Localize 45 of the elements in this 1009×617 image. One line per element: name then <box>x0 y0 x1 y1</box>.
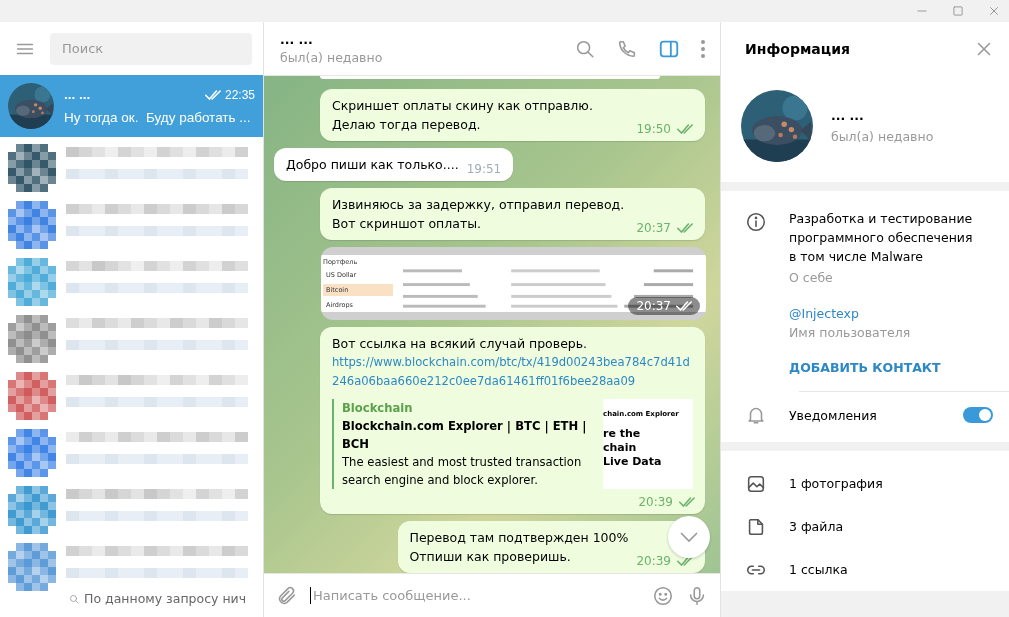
emoji-icon[interactable] <box>652 584 674 607</box>
message-time: 19:50 <box>636 122 671 136</box>
chat-status: был(а) недавно <box>280 50 384 65</box>
preview-site: Blockchain <box>342 400 414 417</box>
info-icon[interactable] <box>745 211 767 233</box>
message-time: 20:37 <box>636 299 671 313</box>
more-icon[interactable] <box>700 38 706 59</box>
message-text: Извиняюсь за задержку, отправил перевод. Вот скриншот оплаты. <box>332 196 626 233</box>
preview-description: The easiest and most trusted transaction search engine and block explorer. <box>342 454 583 489</box>
chat-time: 22:35 <box>224 87 255 102</box>
scroll-down-button[interactable] <box>668 516 710 558</box>
message-time: 20:39 <box>636 554 671 568</box>
bio-text: Разработка и тестирование программного обеспечения в том числе Malware <box>789 210 974 266</box>
search-note: По данному запросу нич <box>84 591 247 606</box>
media-count[interactable]: 1 ссылка <box>789 561 848 577</box>
maximize-icon[interactable] <box>951 4 965 18</box>
message-text: Перевод там подтвержден 100% Отпиши как проверишь. <box>409 529 629 566</box>
username-label: Имя пользователя <box>789 324 912 342</box>
search-field[interactable]: Поиск <box>50 32 252 65</box>
media-count[interactable]: 1 фотография <box>789 475 883 491</box>
close-icon[interactable] <box>987 4 1001 18</box>
message-time: 20:37 <box>636 221 671 235</box>
add-contact-button[interactable]: ДОБАВИТЬ КОНТАКТ <box>789 358 985 377</box>
profile-status: был(а) недавно <box>831 129 934 144</box>
username-link[interactable]: @Injectexp <box>789 304 985 323</box>
message-text: Скриншет оплаты скину как отправлю. Делаю тогда перевод. <box>332 97 594 134</box>
bio-label: О себе <box>789 269 834 287</box>
chat-name: ... ... <box>64 87 92 102</box>
chat-title: ... ... <box>280 32 314 47</box>
image-icon[interactable] <box>745 473 767 495</box>
chat-preview: Ну тогда ок. Буду работать ... <box>64 110 252 125</box>
search-icon[interactable] <box>68 592 80 605</box>
message-text: Добро пиши как только.... <box>286 156 459 174</box>
preview-title: Blockchain.com Explorer | BTC | ETH | BCH <box>342 418 588 453</box>
message-time: 20:39 <box>638 495 673 509</box>
message-text: Вот ссылка на всякий случай проверь. <box>332 335 589 353</box>
link[interactable]: https://www.blockchain.com/btc/tx/419d00243bea784c7d41d246a06baa660e212c0ee7da61461ff01f6bee28aa09 <box>332 353 693 391</box>
profile-name: ... ... <box>831 108 865 123</box>
notifications-label: Уведомления <box>789 406 878 425</box>
media-count[interactable]: 3 файла <box>789 518 844 534</box>
notifications-toggle[interactable] <box>963 407 993 423</box>
attach-icon[interactable] <box>276 584 298 607</box>
chevron-down-icon <box>679 531 699 543</box>
panel-title: Информация <box>745 40 850 57</box>
message-time: 19:51 <box>466 162 502 176</box>
